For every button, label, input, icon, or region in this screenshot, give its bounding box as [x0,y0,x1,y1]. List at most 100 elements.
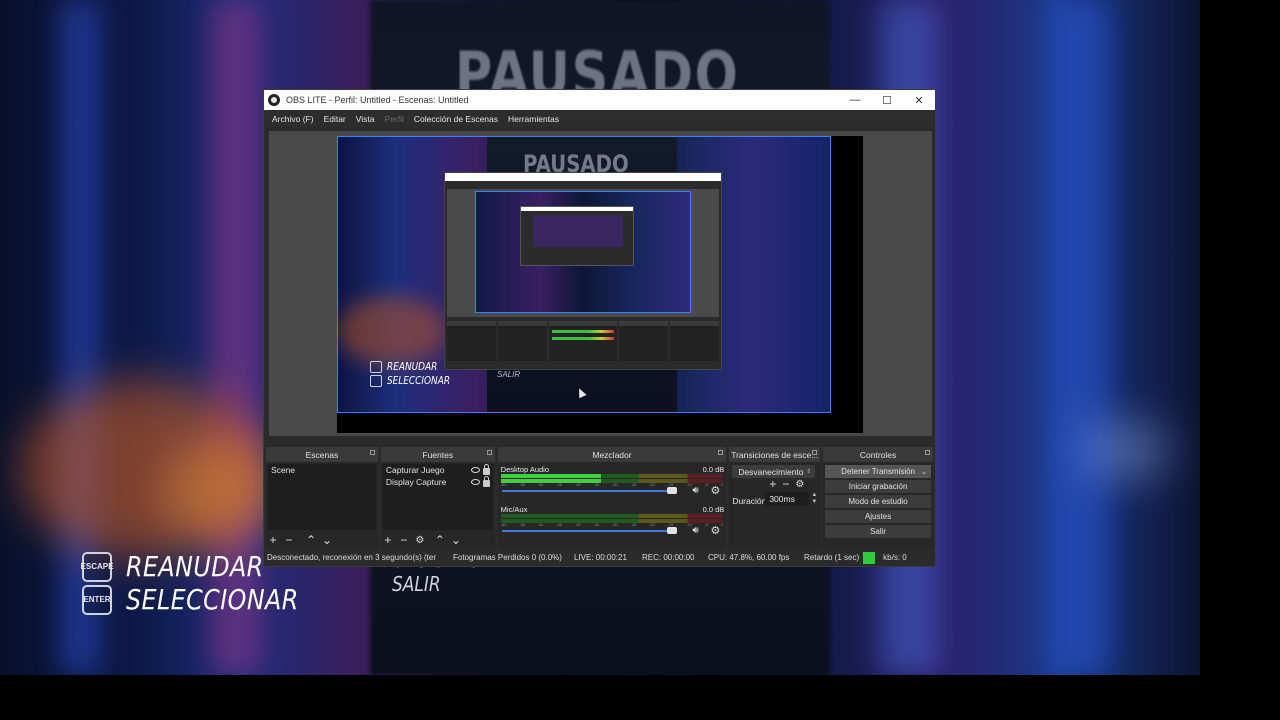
mini-dock-mixer [548,321,618,361]
move-scene-down-button[interactable]: ⌄ [322,533,332,547]
mini-status-bar [447,362,719,367]
channel-name: Desktop Audio [500,465,550,474]
preview-canvas[interactable]: PAUSADO REANUDAR SELECCIONAR SALIR [337,136,863,433]
recursive-obs-preview [444,172,722,370]
mixer-dock-title: Mezclador [592,449,632,460]
slider-knob[interactable] [667,487,678,494]
stop-streaming-button[interactable]: Detener Transmisión ⌄ [825,465,931,478]
meter-tick-label: 0 [721,482,724,487]
mute-speaker-icon[interactable]: 🔊︎ [692,526,704,536]
dock-float-icon[interactable] [812,450,818,455]
dock-float-icon[interactable] [925,450,930,455]
game-capture-source[interactable]: PAUSADO REANUDAR SELECCIONAR SALIR [337,136,831,413]
start-recording-button[interactable]: Iniciar grabación [825,480,931,493]
volume-slider[interactable] [501,527,678,534]
sources-dock: Fuentes Capturar Juego Display Capture +… [380,447,495,549]
dock-float-icon[interactable] [718,450,724,455]
window-title: OBS LITE - Perfil: Untitled - Escenas: U… [286,95,469,105]
lock-icon[interactable] [482,463,490,475]
mini-dock [447,321,496,361]
source-item[interactable]: Display Capture [383,475,493,488]
scene-item[interactable]: Scene [268,464,376,476]
meter-tick-label: -50 [537,522,544,527]
title-bar[interactable]: OBS LITE - Perfil: Untitled - Escenas: U… [264,90,935,110]
meter-tick-label: -40 [574,522,581,527]
menu-bar: Archivo (F) Editar Vista Perfil Colecció… [264,110,935,127]
menu-profile[interactable]: Perfil [380,114,409,124]
transition-gear-icon[interactable]: ⚙ [795,479,804,490]
close-button[interactable]: ✕ [903,90,935,110]
add-transition-button[interactable]: + [769,477,776,491]
source-properties-gear-icon[interactable]: ⚙ [415,535,425,546]
menu-tools[interactable]: Herramientas [503,114,564,124]
channel-gear-icon[interactable]: ⚙ [710,486,720,497]
remove-source-button[interactable]: − [399,533,409,547]
studio-mode-button[interactable]: Modo de estudio [825,495,931,508]
volume-meter [500,514,724,518]
add-scene-button[interactable]: + [268,533,278,547]
meter-tick-label: -45 [556,522,563,527]
mini-dock [497,321,547,361]
visibility-eye-icon[interactable] [470,466,480,473]
stop-streaming-label: Detener Transmisión [841,467,915,476]
meter-tick-label: -25 [630,482,637,487]
delay-status: Retardo (1 sec) [804,553,860,562]
bg-menu-label: SELECCIONAR [126,583,299,616]
canvas-option-exit: SALIR [497,370,521,379]
mini-dock [670,321,719,361]
duration-label: Duración [732,496,767,506]
menu-view[interactable]: Vista [351,114,380,124]
meter-tick-label: -30 [611,482,618,487]
transitions-dock-title: Transiciones de esce... [731,449,819,460]
remove-transition-button[interactable]: − [782,477,789,491]
chevron-down-icon[interactable]: ⌄ [921,468,927,476]
remove-scene-button[interactable]: − [284,533,294,547]
meter-tick-label: -25 [630,522,637,527]
lock-icon[interactable] [482,475,490,487]
menu-file[interactable]: Archivo (F) [267,114,319,124]
move-source-up-button[interactable]: ⌃ [435,533,445,547]
bitrate: kb/s: 0 [883,553,907,562]
dock-float-icon[interactable] [486,450,492,455]
mini-title-bar [445,173,721,181]
meter-tick-label: -10 [686,482,692,487]
scenes-dock-header: Escenas [266,447,378,462]
scenes-list[interactable]: Scene [268,464,376,530]
controls-dock: Controles Detener Transmisión ⌄ Iniciar … [823,447,933,549]
move-source-down-button[interactable]: ⌄ [451,533,461,547]
mute-speaker-icon[interactable]: 🔊︎ [692,486,704,496]
connection-status: Desconectado, reconexión en 3 segundo(s)… [267,553,436,562]
visibility-eye-icon[interactable] [470,478,480,485]
maximize-button[interactable]: ☐ [871,90,903,110]
dock-float-icon[interactable] [369,450,375,455]
menu-scene-collection[interactable]: Colección de Escenas [409,114,503,124]
duration-spin-arrows[interactable]: ▲ ▼ [811,492,817,506]
escape-key-icon: ESCAPE [81,551,113,582]
meter-tick-label: -20 [649,482,655,487]
minimize-button[interactable]: — [839,90,871,110]
settings-button[interactable]: Ajustes [825,510,931,523]
controls-dock-title: Controles [859,449,897,460]
sources-list[interactable]: Capturar Juego Display Capture [382,463,493,530]
slider-knob[interactable] [667,527,678,534]
mini-nested-window [520,206,634,266]
rec-timer: REC: 00:00:00 [642,553,695,562]
move-scene-up-button[interactable]: ⌃ [306,533,316,547]
exit-button[interactable]: Salir [825,525,931,538]
transitions-dock: Transiciones de esce... Desvanecimiento … [729,447,821,549]
bg-menu-label: REANUDAR [126,550,264,583]
mini-canvas [475,191,691,313]
meter-tick-label: -45 [556,482,563,487]
add-source-button[interactable]: + [383,533,393,547]
meter-ticks: -60 -55 -50 -45 -40 -35 -30 -25 -20 -15 -10 -5 0 [501,522,724,528]
duration-input[interactable]: 300ms [765,492,810,506]
source-item[interactable]: Capturar Juego [383,463,493,476]
volume-slider[interactable] [501,487,678,494]
mini-nested-preview [533,215,623,247]
menu-edit[interactable]: Editar [319,114,351,124]
mini-docks [447,321,719,361]
mixer-dock: Mezclador Desktop Audio 0.0 dB -60 -55 -50… [497,447,727,549]
channel-gear-icon[interactable]: ⚙ [710,526,720,537]
channel-db: 0.0 dB [702,465,725,474]
canvas-menu-label: REANUDAR [387,361,438,373]
